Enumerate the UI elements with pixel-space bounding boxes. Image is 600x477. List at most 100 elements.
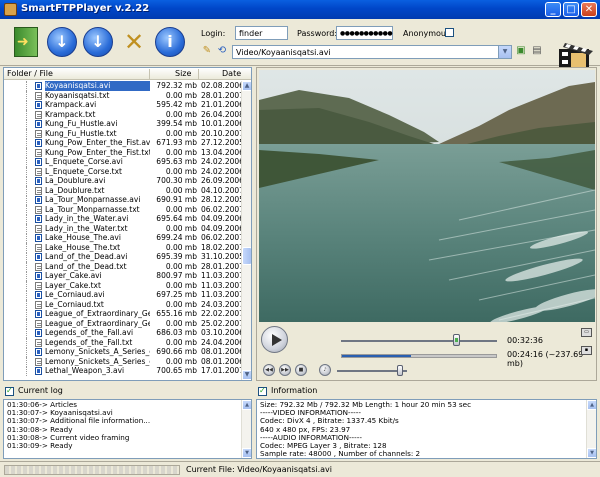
file-size: 0.00 mb	[165, 185, 197, 195]
file-row[interactable]: L_Enquete_Corse.avi 695.63 mb 24.02.2006	[4, 157, 244, 167]
save-file-icon[interactable]: ▤	[531, 45, 543, 57]
seek-track[interactable]	[341, 340, 497, 342]
file-row[interactable]: Lemony_Snickets_A_Series_of_Unfo 0.00 mb 0…	[4, 356, 244, 367]
log-scrollbar[interactable]: ▲ ▼	[241, 400, 251, 458]
file-row[interactable]: La_Doublure.txt 0.00 mb 04.10.2007	[4, 185, 244, 196]
seek-slider-knob[interactable]	[453, 334, 461, 346]
login-input[interactable]: finder	[235, 26, 288, 40]
file-row[interactable]: Lethal_Weapon_3.avi 700.65 mb 17.01.2007	[4, 366, 244, 376]
maximize-button[interactable]: □	[563, 2, 579, 17]
file-date: 04.09.2006	[201, 214, 244, 223]
file-name: L_Enquete_Corse.avi	[45, 157, 123, 166]
video-frame[interactable]	[259, 70, 595, 322]
password-input[interactable]: ●●●●●●●●●●●	[336, 26, 393, 40]
scroll-down-icon[interactable]: ▼	[587, 448, 596, 458]
path-select[interactable]: Video/Koyaanisqatsi.avi ▼	[232, 45, 512, 59]
file-row[interactable]: Lake_House_The.txt 0.00 mb 18.02.2007	[4, 242, 244, 253]
file-row[interactable]: L_Enquete_Corse.txt 0.00 mb 24.02.2006	[4, 166, 244, 177]
tree-line	[26, 147, 34, 158]
info-textbox[interactable]: Size: 792.32 Mb / 792.32 Mb Length: 1 ho…	[256, 399, 597, 459]
pencil-icon[interactable]: ✎	[201, 45, 213, 57]
refresh-icon[interactable]: ⟲	[216, 45, 228, 57]
file-row[interactable]: Legends_of_the_Fall.avi 686.03 mb 03.10.20…	[4, 328, 244, 338]
scroll-up-icon[interactable]: ▲	[587, 400, 596, 410]
file-row[interactable]: Land_of_the_Dead.avi 695.39 mb 31.10.2005	[4, 252, 244, 262]
scroll-thumb[interactable]	[242, 247, 251, 265]
file-name: Land_of_the_Dead.txt	[45, 261, 127, 271]
file-name: Legends_of_the_Fall.txt	[45, 337, 133, 347]
file-row[interactable]: Lake_House_The.avi 699.24 mb 06.02.2007	[4, 233, 244, 243]
tree-line	[26, 242, 34, 253]
scroll-down-icon[interactable]: ▼	[242, 370, 251, 380]
info-checkbox[interactable]	[258, 386, 267, 396]
speaker-icon[interactable]: ♪	[319, 364, 331, 376]
fullscreen-icon[interactable]: ▭	[581, 328, 592, 337]
save-frame-icon[interactable]: ▪	[581, 346, 592, 355]
column-header-name[interactable]: Folder / File	[7, 69, 53, 78]
volume-slider-knob[interactable]	[397, 365, 403, 376]
file-date: 08.01.2006	[201, 356, 244, 366]
file-row[interactable]: La_Tour_Monparnasse.avi 690.91 mb 28.12.20…	[4, 195, 244, 205]
file-row[interactable]: Koyaanisqatsi.txt 0.00 mb 28.01.2007	[4, 90, 244, 101]
tree-line	[26, 337, 34, 348]
file-row[interactable]: Lady_in_the_Water.txt 0.00 mb 04.09.2006	[4, 223, 244, 234]
file-row[interactable]: La_Tour_Monparnasse.txt 0.00 mb 06.02.2007	[4, 204, 244, 215]
file-row[interactable]: Kung_Fu_Hustle.txt 0.00 mb 20.10.2007	[4, 128, 244, 139]
tree-line	[26, 290, 34, 300]
column-header-date[interactable]: Date	[222, 69, 241, 78]
file-row[interactable]: League_of_Extraordinary_Gentleme 655.16 m…	[4, 309, 244, 319]
file-row[interactable]: Le_Corniaud.txt 0.00 mb 24.03.2007	[4, 299, 244, 310]
video-file-icon	[35, 329, 42, 337]
scroll-up-icon[interactable]: ▲	[242, 81, 251, 91]
file-list-scrollbar[interactable]: ▲ ▼	[241, 81, 251, 380]
file-name: League_of_Extraordinary_Gentleme	[45, 309, 150, 318]
chevron-down-icon[interactable]: ▼	[498, 46, 511, 58]
file-row[interactable]: Lemony_Snickets_A_Series_of_Unfo 690.66 m…	[4, 347, 244, 357]
tree-line	[26, 166, 34, 177]
file-row[interactable]: Krampack.txt 0.00 mb 26.04.2008	[4, 109, 244, 120]
stop-icon[interactable]: ■	[295, 364, 307, 376]
file-row[interactable]: Layer_Cake.txt 0.00 mb 11.03.2007	[4, 280, 244, 291]
file-row[interactable]: Land_of_the_Dead.txt 0.00 mb 28.01.2007	[4, 261, 244, 272]
file-row[interactable]: League_of_Extraordinary_Gentleme 0.00 mb 2…	[4, 318, 244, 329]
next-icon[interactable]: ▶▶	[279, 364, 291, 376]
file-row[interactable]: Krampack.avi 595.42 mb 21.01.2006	[4, 100, 244, 110]
info-button[interactable]: i	[152, 23, 188, 61]
open-file-icon[interactable]: ▣	[515, 45, 527, 57]
column-header-size[interactable]: Size	[175, 69, 191, 78]
file-size: 695.39 mb	[156, 252, 197, 261]
file-row[interactable]: La_Doublure.avi 700.30 mb 26.09.2006	[4, 176, 244, 186]
file-row[interactable]: Layer_Cake.avi 800.97 mb 11.03.2007	[4, 271, 244, 281]
file-name: Lemony_Snickets_A_Series_of_Unfo	[45, 356, 150, 366]
file-size: 0.00 mb	[165, 356, 197, 366]
file-row[interactable]: Kung_Fu_Hustle.avi 399.54 mb 10.01.2006	[4, 119, 244, 129]
text-file-icon	[35, 167, 42, 176]
scroll-down-icon[interactable]: ▼	[242, 448, 251, 458]
previous-icon[interactable]: ◀◀	[263, 364, 275, 376]
close-button[interactable]: ✕	[581, 2, 597, 17]
file-row[interactable]: Kung_Pow_Enter_the_Fist.txt 0.00 mb 13.04.…	[4, 147, 244, 158]
anonymous-checkbox[interactable]	[445, 28, 454, 37]
download-button[interactable]: ↓	[44, 23, 80, 61]
info-scrollbar[interactable]: ▲ ▼	[586, 400, 596, 458]
minimize-button[interactable]: _	[545, 2, 561, 17]
file-row[interactable]: Legends_of_the_Fall.txt 0.00 mb 24.04.2006	[4, 337, 244, 348]
video-file-icon	[35, 291, 42, 299]
file-row[interactable]: Lady_in_the_Water.avi 695.64 mb 04.09.2006	[4, 214, 244, 224]
scroll-up-icon[interactable]: ▲	[242, 400, 251, 410]
tree-line	[26, 157, 34, 167]
download-all-button[interactable]: ↓	[80, 23, 116, 61]
file-name: La_Tour_Monparnasse.txt	[45, 204, 140, 214]
log-checkbox[interactable]	[5, 386, 14, 396]
log-textbox[interactable]: 01:30:06-> Articles 01:30:07-> Koyaanisqa…	[3, 399, 252, 459]
file-row[interactable]: Kung_Pow_Enter_the_Fist.avi 671.93 mb 27.1…	[4, 138, 244, 148]
exit-button[interactable]	[8, 23, 44, 61]
settings-button[interactable]: ✕	[116, 23, 152, 61]
video-file-icon	[35, 234, 42, 242]
text-file-icon	[35, 338, 42, 347]
tree-line	[26, 252, 34, 262]
file-row[interactable]: Koyaanisqatsi.avi 792.32 mb 02.08.2006	[4, 81, 244, 91]
file-name: Le_Corniaud.avi	[45, 290, 105, 299]
play-button[interactable]	[261, 326, 288, 353]
file-row[interactable]: Le_Corniaud.avi 697.25 mb 11.03.2007	[4, 290, 244, 300]
